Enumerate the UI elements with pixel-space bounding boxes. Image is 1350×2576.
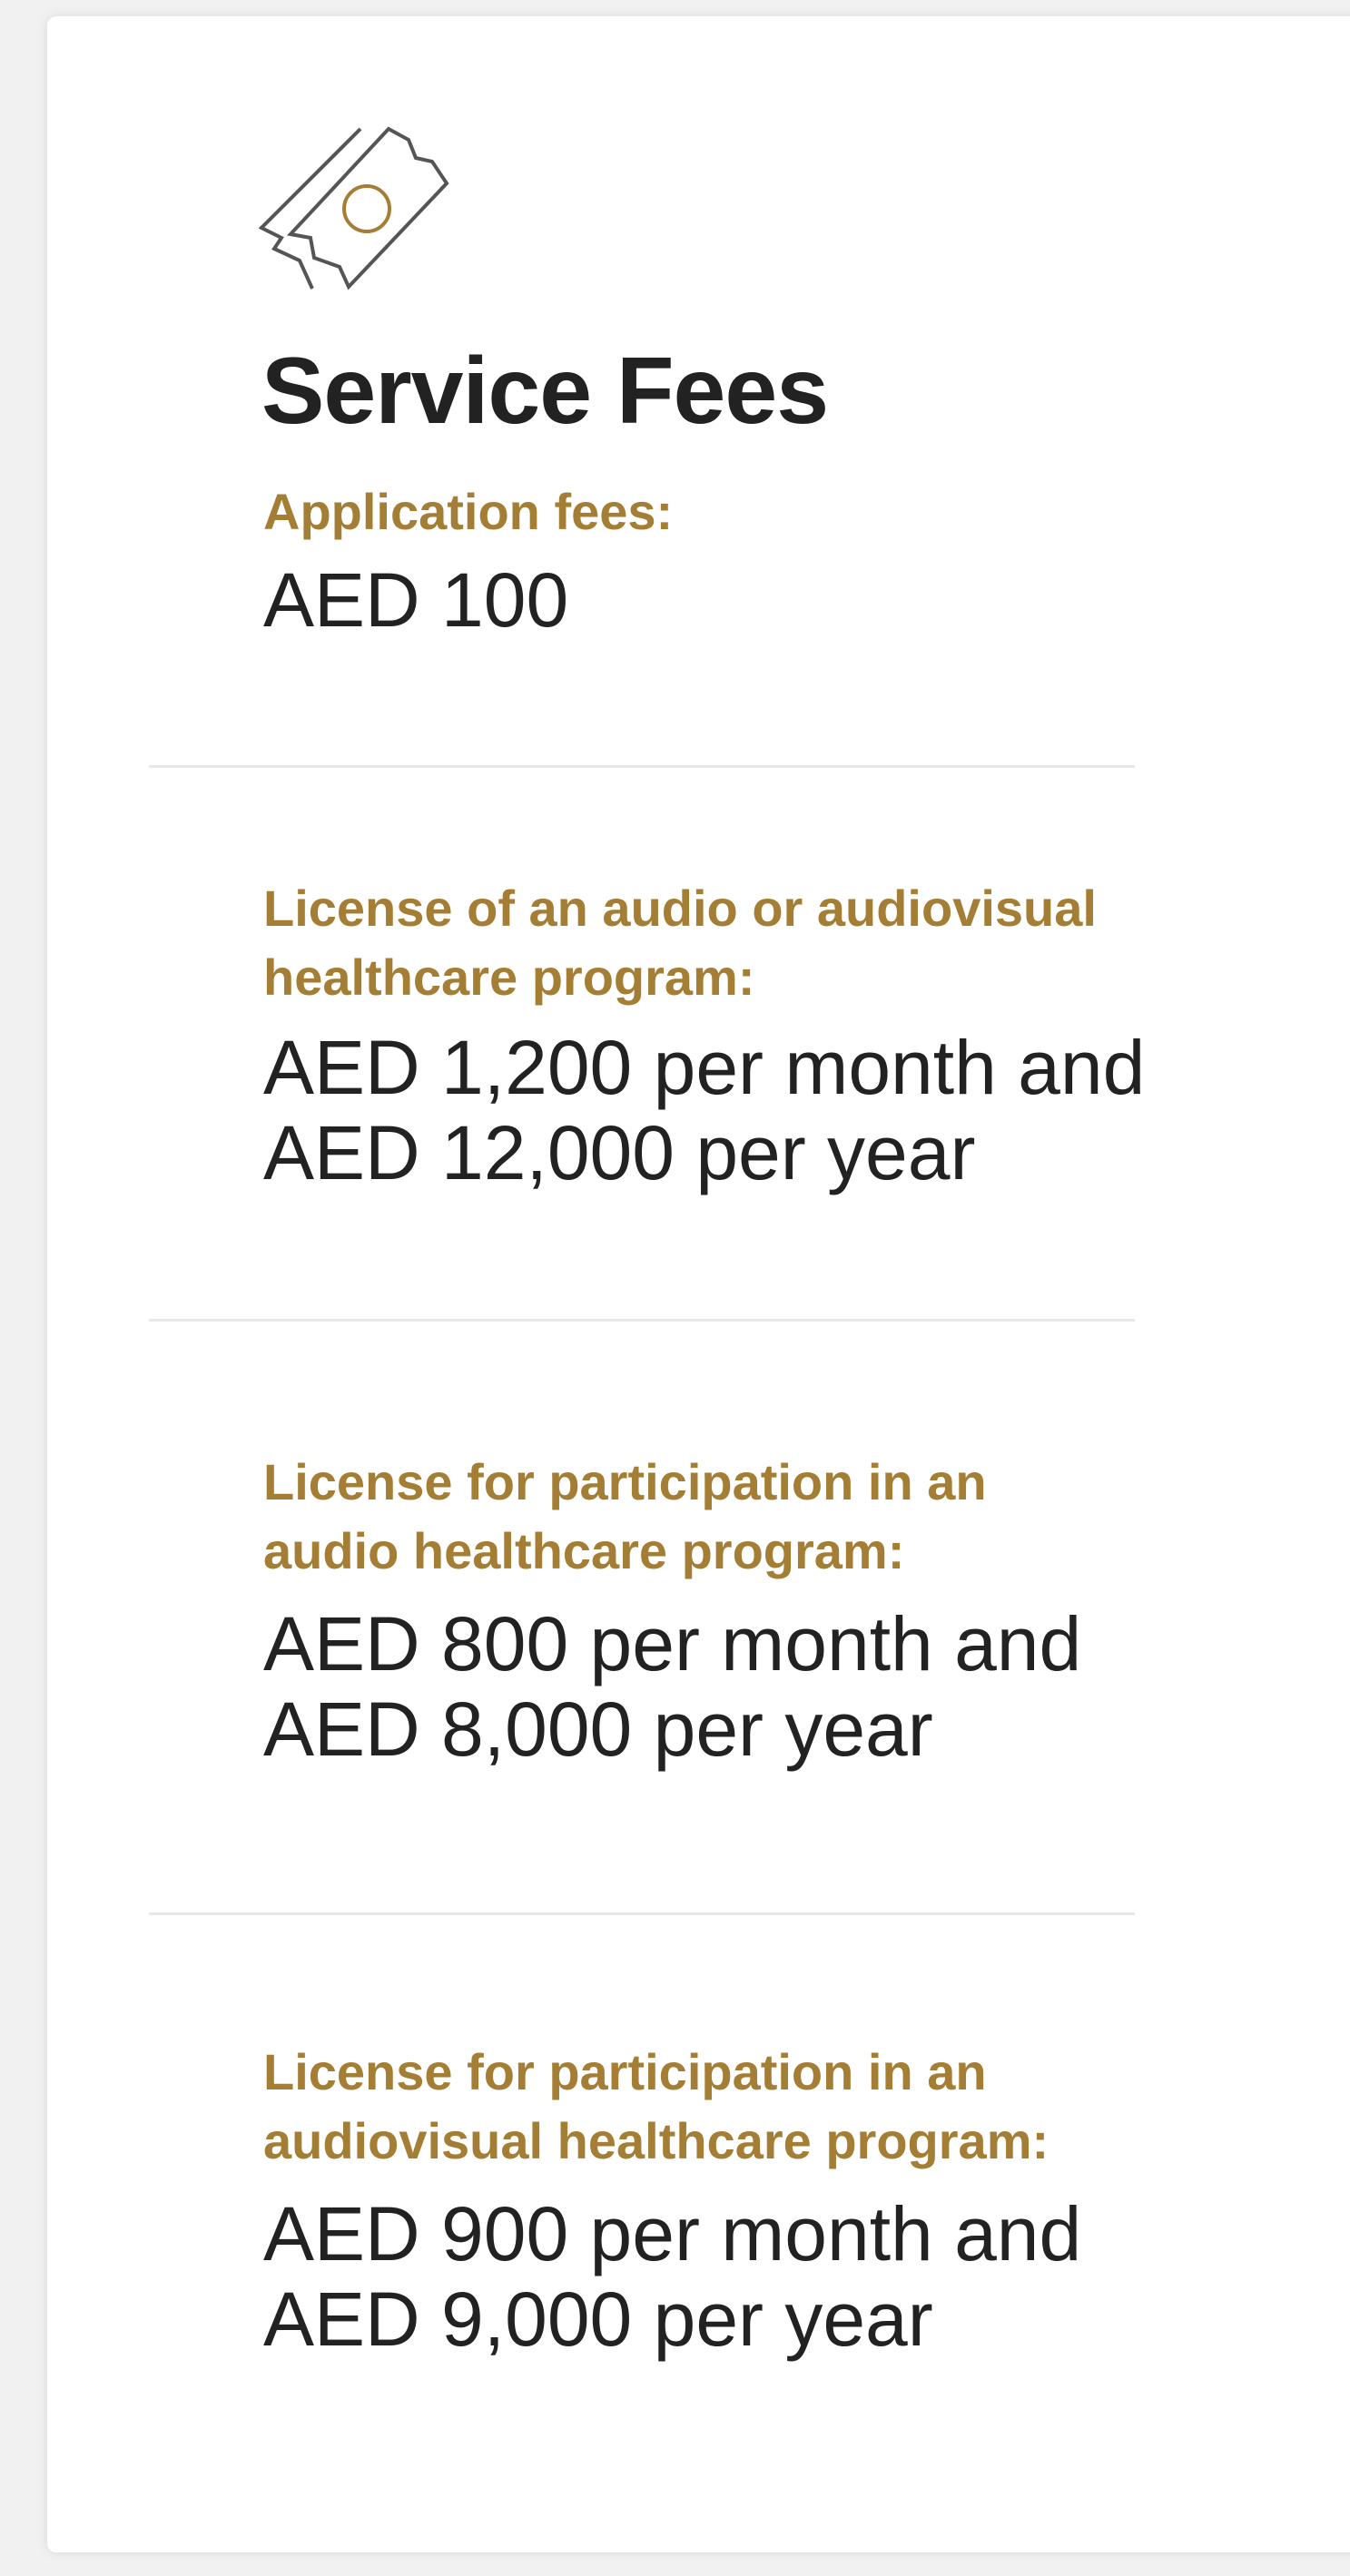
audio-participation-value-line1: AED 800 per month and bbox=[263, 1601, 1082, 1686]
audio-audiovisual-program-label-line2: healthcare program: bbox=[263, 949, 755, 1006]
divider bbox=[149, 1319, 1135, 1322]
audio-participation-label-line2: audio healthcare program: bbox=[263, 1522, 905, 1579]
audio-participation-value-line2: AED 8,000 per year bbox=[263, 1686, 933, 1772]
audiovisual-participation-value-line2: AED 9,000 per year bbox=[263, 2276, 933, 2362]
audio-audiovisual-program-value-line2: AED 12,000 per year bbox=[263, 1110, 976, 1195]
page-title: Service Fees bbox=[261, 339, 829, 444]
ticket-icon bbox=[258, 126, 449, 290]
divider bbox=[149, 1912, 1135, 1915]
audio-audiovisual-program-label-line1: License of an audio or audiovisual bbox=[263, 880, 1097, 937]
application-fees-value: AED 100 bbox=[263, 557, 569, 643]
divider bbox=[149, 765, 1135, 768]
audiovisual-participation-label-line1: License for participation in an bbox=[263, 2043, 987, 2100]
application-fees-label: Application fees: bbox=[263, 483, 674, 540]
audiovisual-participation-label-line2: audiovisual healthcare program: bbox=[263, 2112, 1049, 2169]
audio-audiovisual-program-value-line1: AED 1,200 per month and bbox=[263, 1025, 1146, 1110]
audio-participation-label-line1: License for participation in an bbox=[263, 1453, 987, 1510]
audiovisual-participation-value-line1: AED 900 per month and bbox=[263, 2191, 1082, 2276]
